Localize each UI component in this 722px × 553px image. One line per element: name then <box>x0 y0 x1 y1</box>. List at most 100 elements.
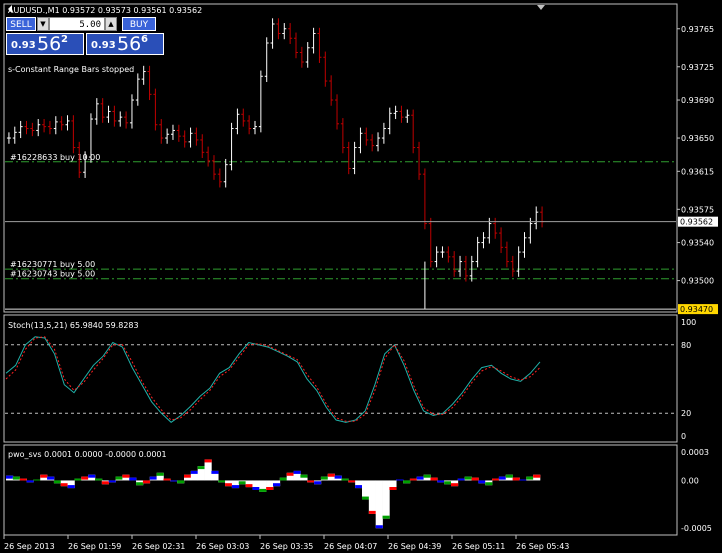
pwo-bar-tip <box>19 478 27 481</box>
pwo-bar-tip <box>259 488 267 492</box>
pwo-bar-tip <box>314 481 322 485</box>
pwo-bar-tip <box>122 474 130 478</box>
pwo-bar-tip <box>471 477 479 481</box>
stoch-panel-frame <box>3 314 678 443</box>
y-tick-label: 0.93765 <box>681 25 714 34</box>
pwo-bar-tip <box>266 487 274 490</box>
pwo-bar-tip <box>423 474 431 478</box>
pwo-bar-tip <box>451 483 459 487</box>
pwo-bar-tip <box>341 478 349 481</box>
pwo-bar-tip <box>184 474 192 478</box>
order-label: #16230771 buy 5.00 <box>10 260 95 269</box>
pwo-bar-tip <box>67 485 75 489</box>
pwo-y-tick-label: 0.00 <box>681 476 699 485</box>
pwo-bar <box>204 459 212 481</box>
pwo-bar-tip <box>320 476 329 480</box>
pwo-bar-tip <box>211 470 219 474</box>
bid-price-box[interactable]: 0.93 56 2 <box>6 33 84 55</box>
chart-canvas: 0.937650.937250.936900.936500.936150.935… <box>3 3 718 551</box>
pwo-bar-tip <box>286 472 294 476</box>
pwo-bar-tip <box>457 478 465 481</box>
volume-down-icon[interactable]: ▼ <box>37 17 49 31</box>
pwo-bar-tip <box>163 478 171 481</box>
status-text: s-Constant Range Bars stopped <box>8 65 134 74</box>
pwo-bar-tip <box>33 479 41 481</box>
pwo-bar-tip <box>396 479 404 481</box>
pwo-bar-tip <box>533 474 541 478</box>
one-click-trading-panel: SELL ▼ 5.00 ▲ BUY 0.93 56 2 0.93 56 6 <box>6 17 164 57</box>
pwo-bar-tip <box>47 476 55 480</box>
x-tick-label: 26 Sep 04:07 <box>324 542 377 551</box>
stoch-y-tick-label: 100 <box>681 318 696 327</box>
ask-price-pips: 56 <box>117 33 142 55</box>
y-tick-label: 0.93615 <box>681 167 714 176</box>
pwo-bar-tip <box>40 474 48 478</box>
sell-button[interactable]: SELL <box>6 17 36 31</box>
pwo-bar-tip <box>101 481 109 485</box>
pwo-bar-tip <box>26 480 34 483</box>
pwo-bar-tip <box>307 480 315 483</box>
pwo-bar-tip <box>464 476 472 480</box>
pwo-bar-tip <box>519 479 527 481</box>
pwo-bar-tip <box>389 487 397 490</box>
pwo-bar-tip <box>6 475 14 479</box>
stoch-y-tick-label: 20 <box>681 409 691 418</box>
x-tick-label: 26 Sep 01:59 <box>68 542 121 551</box>
pwo-bar-tip <box>430 477 438 481</box>
pwo-y-tick-label: -0.0005 <box>681 524 712 533</box>
x-tick-label: 26 Sep 2013 <box>4 542 55 551</box>
volume-input[interactable]: 5.00 <box>49 17 105 31</box>
y-tick-label: 0.93575 <box>681 205 714 214</box>
bid-price-prefix: 0.93 <box>11 40 36 51</box>
pwo-bar-tip <box>149 476 157 480</box>
pwo-bar-tip <box>437 480 445 483</box>
y-tick-label: 0.93690 <box>681 96 714 105</box>
pwo-bar-tip <box>279 477 287 481</box>
pwo-bar-tip <box>478 480 486 484</box>
pwo-bar-tip <box>362 496 370 500</box>
order-label: #16230743 buy 5.00 <box>10 270 95 279</box>
pwo-bar-tip <box>156 472 164 476</box>
ask-price-fraction: 6 <box>141 34 148 45</box>
pwo-bar-tip <box>485 482 493 486</box>
pwo-bar <box>375 480 383 529</box>
ask-price-box[interactable]: 0.93 56 6 <box>86 33 164 55</box>
bid-price-pips: 56 <box>37 33 62 55</box>
pwo-bar-tip <box>444 481 452 485</box>
buy-button[interactable]: BUY <box>122 17 156 31</box>
y-tick-label: 0.93500 <box>681 277 714 286</box>
pwo-bar-tip <box>129 477 137 481</box>
current-price-label: 0.93562 <box>680 218 713 227</box>
pwo-bar-tip <box>142 480 151 484</box>
x-tick-label: 26 Sep 04:39 <box>388 542 441 551</box>
pwo-bar-tip <box>416 476 424 480</box>
y-tick-label: 0.93650 <box>681 134 714 143</box>
pwo-bar-tip <box>505 474 513 478</box>
chart-shift-marker[interactable] <box>537 5 545 10</box>
pwo-bar-tip <box>12 476 20 480</box>
pwo-bar-tip <box>368 510 376 514</box>
pwo-bar-tip <box>348 480 356 483</box>
pwo-bar-tip <box>60 483 68 487</box>
pwo-bar-tip <box>293 470 301 474</box>
pwo-bar <box>382 480 390 519</box>
bid-price-fraction: 2 <box>61 34 68 45</box>
pwo-bar-tip <box>273 483 281 487</box>
pwo-bar-tip <box>375 525 383 529</box>
pwo-y-tick-label: 0.0003 <box>681 448 709 457</box>
ask-price-prefix: 0.93 <box>91 40 116 51</box>
x-tick-label: 26 Sep 05:11 <box>452 542 505 551</box>
pwo-bar <box>368 480 376 514</box>
pwo-bar-tip <box>382 515 390 519</box>
pwo-bar-tip <box>512 477 520 481</box>
y-tick-label: 0.93725 <box>681 63 714 72</box>
pwo-bar-tip <box>498 476 507 480</box>
pwo-bar-tip <box>492 478 500 481</box>
pwo-bar-tip <box>231 485 240 489</box>
pwo-bar-tip <box>81 476 89 480</box>
volume-up-icon[interactable]: ▲ <box>105 17 117 31</box>
pwo-bar-tip <box>197 466 205 470</box>
low-price-label: 0.93470 <box>680 305 713 314</box>
pwo-bar-tip <box>95 478 103 481</box>
pwo-bar-tip <box>88 474 96 478</box>
